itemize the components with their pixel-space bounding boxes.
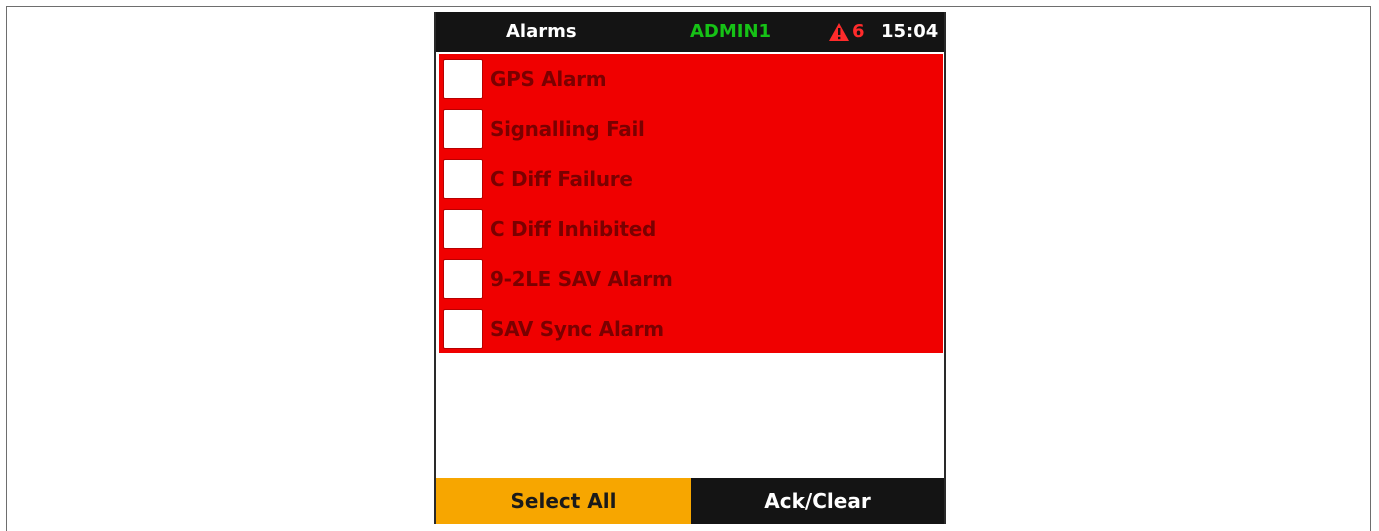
softkey-bar: Select All Ack/Clear (436, 478, 944, 524)
select-all-button[interactable]: Select All (436, 478, 691, 524)
status-bar: Alarms ADMIN1 6 15:04 (436, 12, 944, 52)
alarm-row-sav-sync[interactable]: SAV Sync Alarm (439, 304, 943, 354)
user-name: ADMIN1 (690, 21, 772, 42)
alarm-checkbox[interactable] (443, 109, 483, 149)
device-screen: Alarms ADMIN1 6 15:04 GPS Alarm Signalli… (434, 12, 946, 524)
alarm-checkbox[interactable] (443, 259, 483, 299)
clock-time: 15:04 (881, 21, 939, 42)
alarm-row-signalling-fail[interactable]: Signalling Fail (439, 104, 943, 154)
alarm-checkbox[interactable] (443, 159, 483, 199)
alarm-label: SAV Sync Alarm (490, 317, 664, 341)
active-alarm-count: 6 (852, 21, 865, 42)
ack-clear-button[interactable]: Ack/Clear (691, 478, 944, 524)
alarm-row-c-diff-inhibited[interactable]: C Diff Inhibited (439, 204, 943, 254)
warning-triangle-icon (829, 23, 849, 41)
alarm-label: C Diff Inhibited (490, 217, 657, 241)
alarm-label: 9-2LE SAV Alarm (490, 267, 673, 291)
alarm-checkbox[interactable] (443, 209, 483, 249)
alarm-label: C Diff Failure (490, 167, 633, 191)
screen-title: Alarms (506, 21, 577, 42)
alarm-checkbox[interactable] (443, 59, 483, 99)
alarm-label: GPS Alarm (490, 67, 607, 91)
alarm-row-c-diff-failure[interactable]: C Diff Failure (439, 154, 943, 204)
alarm-checkbox[interactable] (443, 309, 483, 349)
alarm-label: Signalling Fail (490, 117, 645, 141)
alarm-list: GPS Alarm Signalling Fail C Diff Failure… (439, 54, 943, 353)
alarm-row-9-2le-sav[interactable]: 9-2LE SAV Alarm (439, 254, 943, 304)
alarm-row-gps[interactable]: GPS Alarm (439, 54, 943, 104)
